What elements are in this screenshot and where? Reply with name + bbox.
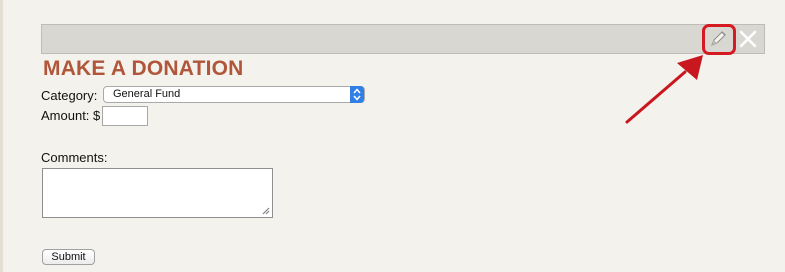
select-arrows-icon <box>350 86 364 103</box>
amount-input[interactable] <box>102 106 148 126</box>
amount-label: Amount: $ <box>41 108 101 123</box>
close-button[interactable] <box>737 28 759 50</box>
submit-button[interactable]: Submit <box>42 249 95 265</box>
category-label: Category: <box>41 88 98 103</box>
comments-label: Comments: <box>41 150 108 165</box>
widget-toolbar <box>41 24 765 54</box>
category-select[interactable]: General Fund <box>103 86 365 103</box>
form-title: MAKE A DONATION <box>43 57 244 80</box>
page-left-border <box>0 0 3 272</box>
pencil-icon <box>711 31 726 46</box>
edit-button[interactable] <box>707 28 729 50</box>
resize-grip-icon[interactable] <box>262 207 270 215</box>
comments-textarea[interactable] <box>42 168 273 218</box>
close-icon <box>739 30 757 48</box>
category-select-value: General Fund <box>113 88 181 100</box>
